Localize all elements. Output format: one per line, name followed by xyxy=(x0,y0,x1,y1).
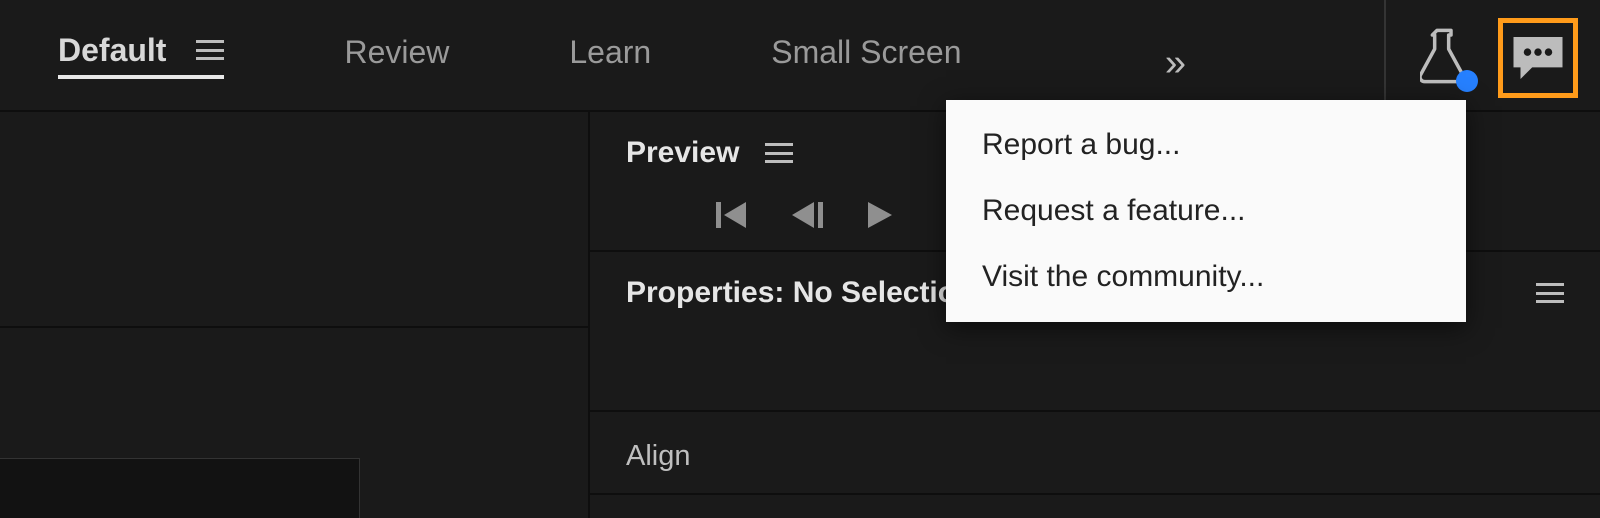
left-top-panel xyxy=(0,112,588,328)
play-button[interactable] xyxy=(864,200,894,230)
go-to-start-button[interactable] xyxy=(716,200,754,230)
feedback-dropdown: Report a bug... Request a feature... Vis… xyxy=(946,100,1466,322)
align-panel: Align xyxy=(590,412,1600,495)
panel-title: Properties: No Selection xyxy=(626,276,974,310)
workspace-tab-label: Small Screen xyxy=(771,34,961,71)
hamburger-icon[interactable] xyxy=(765,143,793,163)
notification-dot-icon xyxy=(1456,70,1478,92)
workspace-tabstrip: Default Review Learn Small Screen » xyxy=(0,0,1600,112)
hamburger-icon[interactable] xyxy=(196,40,224,60)
workspace-tab-small-screen[interactable]: Small Screen xyxy=(771,34,961,77)
menu-item-visit-community[interactable]: Visit the community... xyxy=(946,244,1466,310)
workspace-tab-label: Default xyxy=(58,32,166,69)
topbar-right-icons xyxy=(1420,18,1578,98)
menu-item-request-feature[interactable]: Request a feature... xyxy=(946,178,1466,244)
play-icon xyxy=(864,200,894,230)
feedback-button[interactable] xyxy=(1498,18,1578,98)
hamburger-icon[interactable] xyxy=(1536,283,1564,303)
panel-card xyxy=(0,458,360,518)
skip-back-icon xyxy=(716,200,754,230)
panel-title: Preview xyxy=(626,136,739,170)
labs-button[interactable] xyxy=(1420,28,1472,88)
step-back-button[interactable] xyxy=(790,200,828,230)
step-back-icon xyxy=(790,200,828,230)
workspace-tab-review[interactable]: Review xyxy=(344,34,449,77)
workspace-overflow-button[interactable]: » xyxy=(1165,42,1180,85)
workspace-tab-learn[interactable]: Learn xyxy=(569,34,651,77)
left-bottom-panel xyxy=(0,328,588,518)
left-column xyxy=(0,112,590,518)
speech-bubble-icon xyxy=(1510,33,1566,83)
workspace-tab-default[interactable]: Default xyxy=(58,32,224,79)
menu-item-report-bug[interactable]: Report a bug... xyxy=(946,112,1466,178)
panel-title: Align xyxy=(626,440,691,472)
workspace-tab-label: Review xyxy=(344,34,449,71)
workspace-tab-label: Learn xyxy=(569,34,651,71)
